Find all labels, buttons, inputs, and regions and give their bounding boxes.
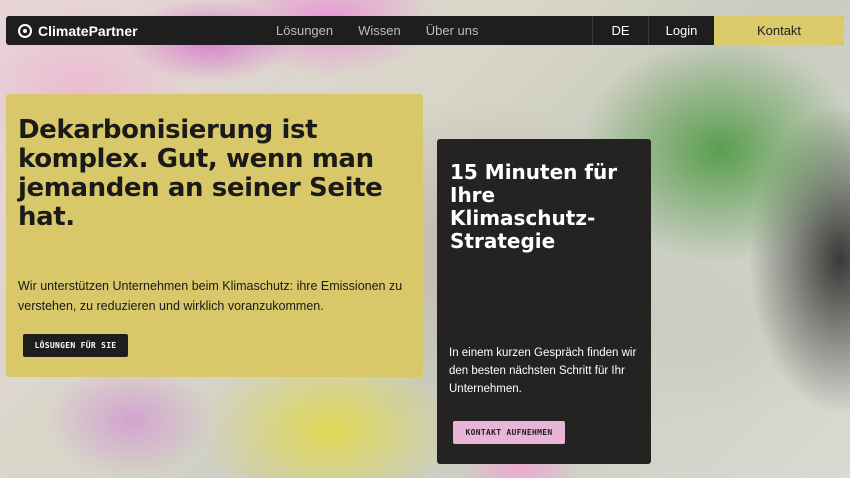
contact-request-button[interactable]: KONTAKT AUFNEHMEN [453,421,565,444]
nav-link-ueber-uns[interactable]: Über uns [426,23,479,38]
consultation-card: 15 Minuten für Ihre Klimaschutz-Strategi… [437,139,651,464]
language-selector[interactable]: DE [592,16,648,45]
card-description: In einem kurzen Gespräch finden wir den … [449,347,637,395]
nav-links: Lösungen Wissen Über uns [276,16,504,45]
nav-link-wissen[interactable]: Wissen [358,23,401,38]
contact-button[interactable]: Kontakt [714,16,844,45]
hero-panel: Dekarbonisierung ist komplex. Gut, wenn … [6,94,423,377]
hero-description: Wir unterstützen Unternehmen beim Klimas… [18,279,403,313]
top-navigation: ClimatePartner Lösungen Wissen Über uns … [6,16,844,45]
logo-text: ClimatePartner [38,22,138,39]
login-button[interactable]: Login [648,16,714,45]
card-title: 15 Minuten für Ihre Klimaschutz-Strategi… [450,160,618,253]
hero-title: Dekarbonisierung ist komplex. Gut, wenn … [18,115,383,232]
solutions-button[interactable]: LÖSUNGEN FÜR SIE [23,334,128,357]
logo[interactable]: ClimatePartner [18,23,138,39]
nav-link-loesungen[interactable]: Lösungen [276,23,333,38]
climatepartner-logo-icon [18,23,32,38]
